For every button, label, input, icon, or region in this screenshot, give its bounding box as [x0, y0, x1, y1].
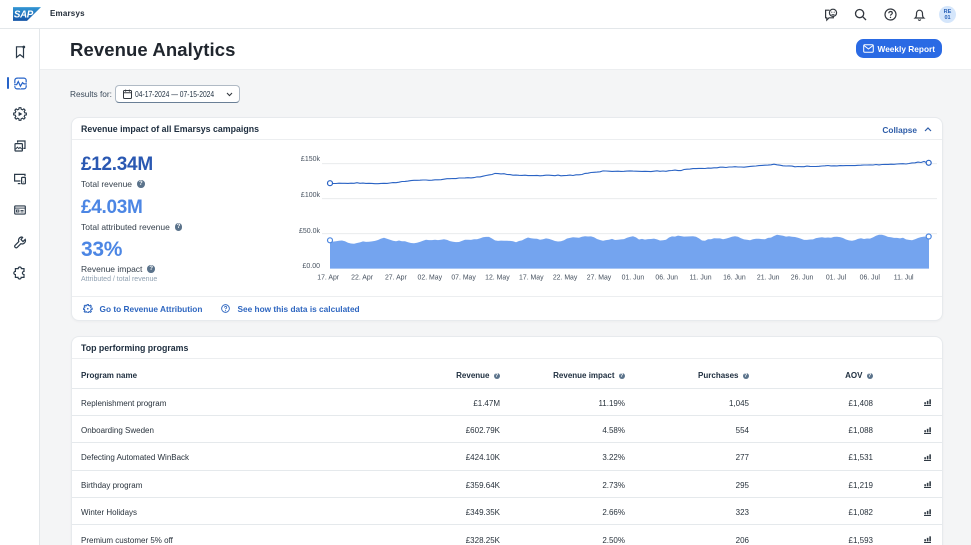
svg-text:£0.00: £0.00 [302, 263, 320, 270]
svg-text:06. Jun: 06. Jun [655, 275, 678, 282]
svg-text:17. Apr: 17. Apr [317, 275, 340, 282]
svg-text:£150k: £150k [301, 156, 321, 163]
svg-text:12. May: 12. May [485, 275, 510, 282]
svg-text:06. Jul: 06. Jul [860, 275, 881, 282]
svg-text:21. Jun: 21. Jun [757, 275, 780, 282]
svg-text:22. May: 22. May [553, 275, 578, 282]
svg-text:27. Apr: 27. Apr [385, 275, 408, 282]
svg-text:27. May: 27. May [587, 275, 612, 282]
svg-text:26. Jun: 26. Jun [791, 275, 814, 282]
svg-text:£100k: £100k [301, 192, 321, 199]
svg-text:02. May: 02. May [418, 275, 443, 282]
svg-text:07. May: 07. May [451, 275, 476, 282]
svg-text:11. Jun: 11. Jun [689, 275, 711, 282]
svg-text:01. Jul: 01. Jul [826, 275, 847, 282]
svg-text:11. Jul: 11. Jul [894, 275, 914, 282]
svg-text:22. Apr: 22. Apr [351, 275, 374, 282]
svg-text:17. May: 17. May [519, 275, 544, 282]
svg-text:01. Jun: 01. Jun [622, 275, 645, 282]
svg-text:SAP: SAP [14, 10, 34, 21]
svg-text:£50.0k: £50.0k [299, 228, 321, 235]
svg-text:16. Jun: 16. Jun [723, 275, 746, 282]
